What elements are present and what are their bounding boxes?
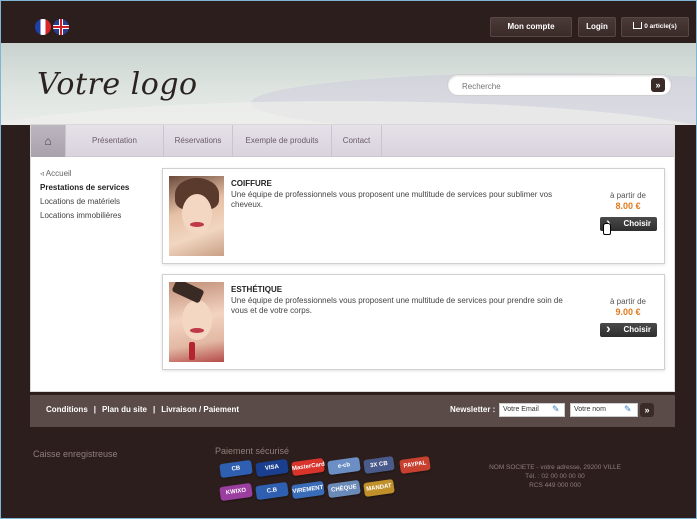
product-price: 9.00 € <box>615 307 641 317</box>
sidebar: ◃ Accueil Prestations de services Locati… <box>40 169 160 225</box>
nav-item-products[interactable]: Exemple de produits <box>233 125 332 157</box>
sidebar-item-realestate[interactable]: Locations immobilières <box>40 211 160 220</box>
main-nav: ⌂ Présentation Réservations Exemple de p… <box>31 125 674 157</box>
site-logo[interactable]: Votre logo <box>37 67 198 102</box>
nav-item-contact[interactable]: Contact <box>332 125 382 157</box>
cart-button[interactable]: 0 article(s) <box>621 17 689 37</box>
sidebar-item-equipment[interactable]: Locations de matériels <box>40 197 160 206</box>
product-description: Une équipe de professionnels vous propos… <box>231 190 553 209</box>
lips-shape <box>190 328 204 333</box>
sidebar-item-services[interactable]: Prestations de services <box>40 183 160 192</box>
top-bar: Mon compte Login 0 article(s) <box>1 1 696 43</box>
face-shape <box>182 300 212 340</box>
search-box: » <box>447 74 672 96</box>
pencil-icon: ✎ <box>552 404 560 414</box>
product-title[interactable]: ESTHÉTIQUE <box>231 285 282 294</box>
footer-links-bar: Conditions | Plan du site | Livraison / Paie… <box>30 395 675 427</box>
hand-cursor-icon <box>603 223 611 235</box>
caisse-link[interactable]: Caisse enregistreuse <box>33 449 118 459</box>
footer-separator: | <box>93 405 97 414</box>
footer-links: Conditions | Plan du site | Livraison / Paie… <box>43 405 242 414</box>
footer-separator: | <box>152 405 156 414</box>
sidebar-back-label: Accueil <box>45 169 72 178</box>
pencil-icon: ✎ <box>624 404 632 414</box>
payment-title: Paiement sécurisé <box>215 446 290 456</box>
nav-item-reservations[interactable]: Réservations <box>164 125 233 157</box>
price-label: à partir de <box>609 191 647 200</box>
home-icon[interactable]: ⌂ <box>31 125 65 157</box>
uk-flag-icon[interactable] <box>53 19 69 35</box>
nav-item-presentation[interactable]: Présentation <box>65 125 164 157</box>
price-label: à partir de <box>609 297 647 306</box>
sidebar-back-link[interactable]: ◃ Accueil <box>40 169 160 178</box>
newsletter-label: Newsletter : <box>450 405 496 414</box>
footer-link-delivery[interactable]: Livraison / Paiement <box>161 405 239 414</box>
company-info: NOM SOCIETE - votre adresse, 29200 VILLE… <box>470 463 640 490</box>
cart-icon <box>633 21 643 29</box>
account-button[interactable]: Mon compte <box>490 17 572 37</box>
search-submit-button[interactable]: » <box>651 78 665 92</box>
login-button[interactable]: Login <box>578 17 616 37</box>
footer-link-conditions[interactable]: Conditions <box>46 405 88 414</box>
company-address: NOM SOCIETE - votre adresse, 29200 VILLE <box>489 464 621 471</box>
footer-link-sitemap[interactable]: Plan du site <box>102 405 147 414</box>
product-description: Une équipe de professionnels vous propos… <box>231 296 563 315</box>
search-input[interactable] <box>462 79 642 93</box>
lips-shape <box>190 222 204 227</box>
cart-count: 0 article(s) <box>644 23 677 30</box>
french-flag-icon[interactable] <box>35 19 51 35</box>
product-image[interactable] <box>169 282 224 362</box>
header: Votre logo » <box>1 43 696 125</box>
lipstick-shape <box>189 342 195 360</box>
product-image[interactable] <box>169 176 224 256</box>
choose-button[interactable]: Choisir <box>600 321 657 337</box>
makeup-brush-shape <box>171 282 205 304</box>
product-title[interactable]: COIFFURE <box>231 179 272 188</box>
product-price: 8.00 € <box>615 201 641 211</box>
company-rcs: RCS 449 000 000 <box>529 482 581 489</box>
product-card: ESTHÉTIQUE Une équipe de professionnels … <box>162 274 665 370</box>
face-shape <box>182 194 212 234</box>
company-phone: Tél. : 02 00 00 00 00 <box>525 473 585 480</box>
newsletter-submit-button[interactable]: » <box>640 403 654 417</box>
main-content: ⌂ Présentation Réservations Exemple de p… <box>30 124 675 392</box>
product-card: COIFFURE Une équipe de professionnels vo… <box>162 168 665 264</box>
